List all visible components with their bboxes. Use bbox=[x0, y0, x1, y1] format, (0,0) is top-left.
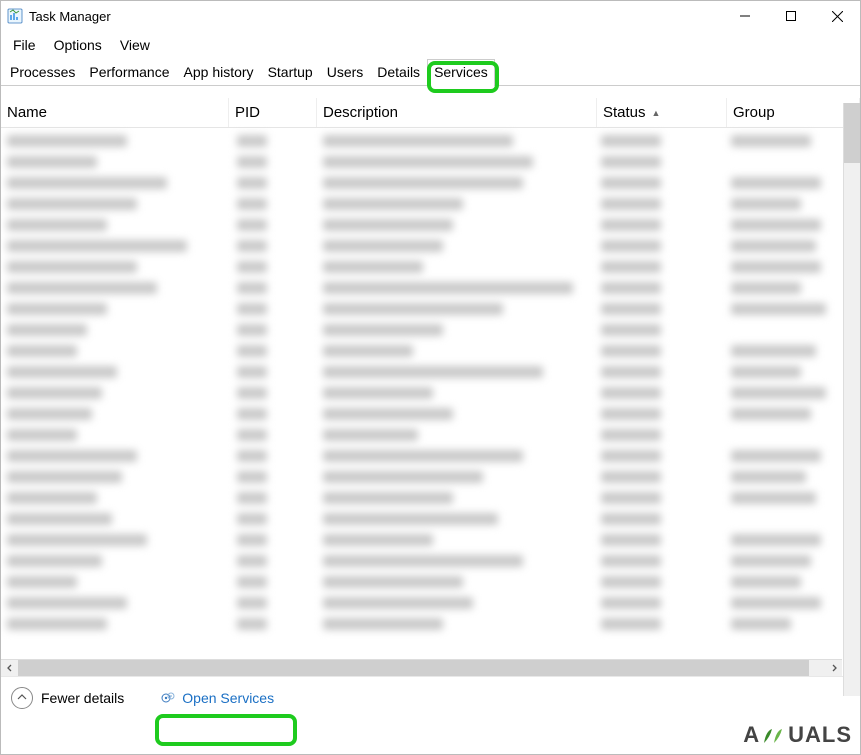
vscroll-thumb[interactable] bbox=[844, 103, 860, 163]
table-row[interactable] bbox=[1, 613, 860, 634]
gear-icon bbox=[160, 690, 176, 706]
scroll-right-arrow-icon[interactable] bbox=[825, 660, 842, 677]
window-controls bbox=[722, 1, 860, 31]
table-row[interactable] bbox=[1, 340, 860, 361]
column-header-name[interactable]: Name bbox=[1, 98, 229, 127]
table-row[interactable] bbox=[1, 550, 860, 571]
open-services-label: Open Services bbox=[182, 690, 274, 706]
table-row[interactable] bbox=[1, 298, 860, 319]
watermark-brand: A UALS bbox=[743, 722, 852, 748]
column-headers: Name PID Description Status ▲ Group bbox=[1, 98, 860, 128]
footer: Fewer details Open Services bbox=[1, 676, 860, 718]
tab-performance[interactable]: Performance bbox=[82, 59, 176, 86]
hscroll-thumb[interactable] bbox=[18, 660, 809, 676]
table-row[interactable] bbox=[1, 151, 860, 172]
table-row[interactable] bbox=[1, 592, 860, 613]
tab-strip: Processes Performance App history Startu… bbox=[1, 59, 860, 86]
column-header-status-label: Status bbox=[603, 104, 646, 121]
window-title: Task Manager bbox=[29, 9, 722, 24]
table-row[interactable] bbox=[1, 508, 860, 529]
tab-users[interactable]: Users bbox=[320, 59, 371, 86]
menu-view[interactable]: View bbox=[112, 33, 158, 57]
table-row[interactable] bbox=[1, 277, 860, 298]
table-row[interactable] bbox=[1, 424, 860, 445]
table-row[interactable] bbox=[1, 214, 860, 235]
tab-startup[interactable]: Startup bbox=[261, 59, 320, 86]
table-row[interactable] bbox=[1, 487, 860, 508]
table-rows-blurred bbox=[1, 128, 860, 634]
column-header-pid[interactable]: PID bbox=[229, 98, 317, 127]
annotation-highlight-open-services bbox=[155, 714, 297, 746]
taskmanager-icon bbox=[7, 8, 23, 24]
maximize-button[interactable] bbox=[768, 1, 814, 31]
horizontal-scrollbar[interactable] bbox=[1, 659, 842, 676]
tab-details[interactable]: Details bbox=[370, 59, 427, 86]
table-row[interactable] bbox=[1, 445, 860, 466]
table-row[interactable] bbox=[1, 235, 860, 256]
sort-indicator-icon: ▲ bbox=[652, 108, 661, 118]
vertical-scrollbar[interactable] bbox=[843, 103, 860, 696]
services-table: Name PID Description Status ▲ Group bbox=[1, 86, 860, 676]
column-header-group[interactable]: Group bbox=[727, 98, 860, 127]
tab-services[interactable]: Services bbox=[427, 59, 495, 86]
tab-processes[interactable]: Processes bbox=[3, 59, 82, 86]
table-row[interactable] bbox=[1, 466, 860, 487]
fewer-details-button[interactable]: Fewer details bbox=[11, 687, 124, 709]
titlebar: Task Manager bbox=[1, 1, 860, 31]
table-row[interactable] bbox=[1, 382, 860, 403]
table-row[interactable] bbox=[1, 529, 860, 550]
hscroll-track[interactable] bbox=[18, 660, 825, 676]
column-header-description[interactable]: Description bbox=[317, 98, 597, 127]
table-row[interactable] bbox=[1, 571, 860, 592]
menubar: File Options View bbox=[1, 31, 860, 59]
tab-app-history[interactable]: App history bbox=[177, 59, 261, 86]
close-button[interactable] bbox=[814, 1, 860, 31]
chevron-up-icon bbox=[11, 687, 33, 709]
minimize-button[interactable] bbox=[722, 1, 768, 31]
menu-options[interactable]: Options bbox=[46, 33, 110, 57]
column-header-status[interactable]: Status ▲ bbox=[597, 98, 727, 127]
table-row[interactable] bbox=[1, 172, 860, 193]
table-row[interactable] bbox=[1, 193, 860, 214]
table-row[interactable] bbox=[1, 256, 860, 277]
table-row[interactable] bbox=[1, 361, 860, 382]
open-services-link[interactable]: Open Services bbox=[152, 686, 282, 710]
fewer-details-label: Fewer details bbox=[41, 690, 124, 706]
table-row[interactable] bbox=[1, 130, 860, 151]
table-row[interactable] bbox=[1, 319, 860, 340]
table-row[interactable] bbox=[1, 403, 860, 424]
menu-file[interactable]: File bbox=[5, 33, 44, 57]
scroll-left-arrow-icon[interactable] bbox=[1, 660, 18, 677]
